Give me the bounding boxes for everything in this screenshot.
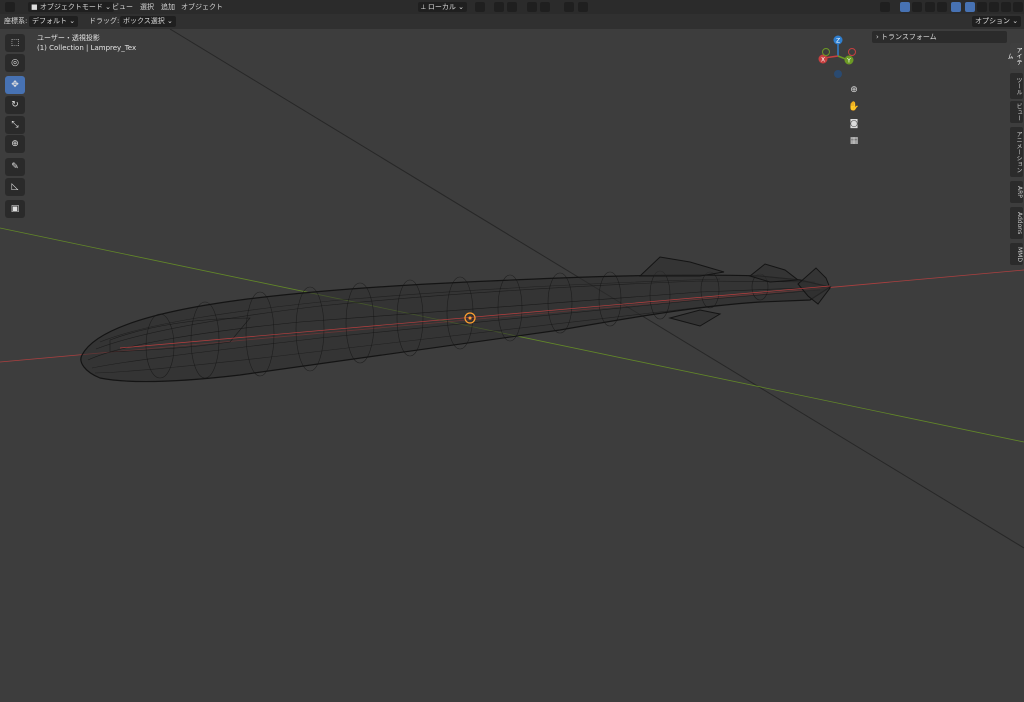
gizmo-neg-x-icon[interactable] [848, 48, 856, 56]
perspective-toggle-button[interactable]: ▦ [846, 134, 862, 148]
navigation-gizmo[interactable]: Z Y X [818, 35, 856, 79]
chevron-down-icon: ⌄ [164, 17, 173, 25]
wireframe-shading-icon[interactable] [965, 2, 975, 12]
cursor-tool[interactable]: ◎ [5, 54, 25, 72]
chevron-down-icon: ⌄ [1010, 17, 1019, 25]
tab-arp[interactable]: ARP [1010, 181, 1023, 203]
cursor-icon: ◎ [11, 58, 19, 68]
visibility-icon[interactable] [880, 2, 890, 12]
proportional-edit-icon[interactable] [527, 2, 537, 12]
add-cube-icon: ▣ [10, 204, 20, 214]
drag-value: ボックス選択 [123, 17, 165, 25]
rendered-shading-icon[interactable] [1001, 2, 1011, 12]
overlay-toggle-icon[interactable] [925, 2, 935, 12]
gizmo-toggle-icon[interactable] [900, 2, 910, 12]
move-tool[interactable]: ✥ [5, 76, 25, 94]
grid-icon: ▦ [849, 136, 859, 146]
chevron-down-icon: ⌄ [102, 3, 111, 11]
falloff-icon[interactable] [540, 2, 550, 12]
tab-item[interactable]: アイテム [1006, 43, 1023, 69]
tool-settings-bar: 座標系: デフォルト ⌄ ドラッグ: ボックス選択 ⌄ オプション ⌄ [0, 14, 1024, 29]
3d-viewport[interactable]: Z Y X [0, 29, 1024, 702]
mode-label: オブジェクトモード [39, 3, 103, 11]
transform-panel-header[interactable]: › トランスフォーム [872, 31, 1007, 43]
gizmo-neg-y-icon[interactable] [822, 48, 830, 56]
transform-icon: ⊕ [11, 139, 19, 149]
annotate-icon: ✎ [11, 162, 19, 172]
measure-tool[interactable]: ◺ [5, 178, 25, 196]
lamprey-mesh[interactable] [80, 256, 832, 383]
viewport-collection: (1) Collection | Lamprey_Tex [37, 44, 137, 52]
gizmo-neg-z-icon[interactable] [834, 70, 842, 78]
tab-view[interactable]: ビュー [1010, 101, 1023, 123]
menu-view[interactable]: ビュー [112, 0, 133, 14]
chevron-down-icon: ⌄ [455, 3, 464, 11]
hand-icon: ✋ [848, 102, 860, 112]
overlay-dropdown-icon[interactable] [937, 2, 947, 12]
play-icon[interactable] [564, 2, 574, 12]
gizmo-dropdown-icon[interactable] [912, 2, 922, 12]
transform-orientation-dropdown[interactable]: ⟂ ローカル ⌄ [418, 2, 467, 12]
coord-label: 座標系: [4, 17, 28, 25]
coord-value: デフォルト [32, 17, 67, 25]
select-box-icon: ⬚ [10, 38, 20, 48]
options-label: オプション [975, 17, 1010, 25]
tab-tool[interactable]: ツール [1010, 73, 1023, 99]
solid-shading-icon[interactable] [977, 2, 987, 12]
mode-selector[interactable]: ■ オブジェクトモード ⌄ [28, 2, 114, 12]
camera-view-button[interactable]: ◙ [846, 117, 862, 131]
annotate-tool[interactable]: ✎ [5, 158, 25, 176]
move-icon: ✥ [11, 80, 19, 90]
gizmo-y-label: Y [846, 58, 851, 65]
material-shading-icon[interactable] [989, 2, 999, 12]
tab-mmd[interactable]: MMD [1010, 243, 1023, 265]
rotate-icon: ↻ [11, 100, 19, 110]
zoom-icon: ⊕ [850, 85, 858, 95]
drag-label: ドラッグ: [89, 17, 120, 25]
options-dropdown[interactable]: オプション ⌄ [972, 16, 1022, 27]
menu-object[interactable]: オブジェクト [181, 0, 223, 14]
zoom-button[interactable]: ⊕ [846, 83, 862, 97]
chevron-down-icon: ⌄ [67, 17, 76, 25]
camera-icon: ◙ [849, 119, 859, 129]
pan-button[interactable]: ✋ [846, 100, 862, 114]
snap-icon[interactable] [494, 2, 504, 12]
header-bar: ■ オブジェクトモード ⌄ ビュー 選択 追加 オブジェクト ⟂ ローカル ⌄ [0, 0, 1024, 15]
orientation-icon: ⟂ [421, 3, 428, 11]
tab-animation[interactable]: アニメーション [1010, 127, 1023, 177]
transform-tool[interactable]: ⊕ [5, 135, 25, 153]
orientation-label: ローカル [427, 3, 456, 11]
rotate-tool[interactable]: ↻ [5, 96, 25, 114]
editor-type-icon[interactable] [5, 2, 15, 12]
xray-icon[interactable] [951, 2, 961, 12]
select-box-tool[interactable]: ⬚ [5, 34, 25, 52]
pivot-point-icon[interactable] [475, 2, 485, 12]
keying-icon[interactable] [578, 2, 588, 12]
measure-icon: ◺ [11, 182, 19, 192]
gizmo-z-label: Z [836, 38, 840, 45]
menu-add[interactable]: 追加 [161, 0, 175, 14]
shading-dropdown-icon[interactable] [1013, 2, 1023, 12]
scale-tool[interactable]: ⤡ [5, 116, 25, 134]
transform-panel-label: トランスフォーム [881, 33, 937, 41]
viewport-title: ユーザー・透視投影 [37, 34, 100, 42]
coord-dropdown[interactable]: デフォルト ⌄ [29, 16, 79, 27]
snap-target-icon[interactable] [507, 2, 517, 12]
drag-dropdown[interactable]: ボックス選択 ⌄ [120, 16, 176, 27]
add-cube-tool[interactable]: ▣ [5, 200, 25, 218]
scale-icon: ⤡ [11, 120, 19, 130]
tab-addons[interactable]: Addons [1010, 207, 1023, 239]
gizmo-x-label: X [821, 57, 825, 64]
menu-select[interactable]: 選択 [140, 0, 154, 14]
object-mode-icon: ■ [31, 3, 40, 11]
